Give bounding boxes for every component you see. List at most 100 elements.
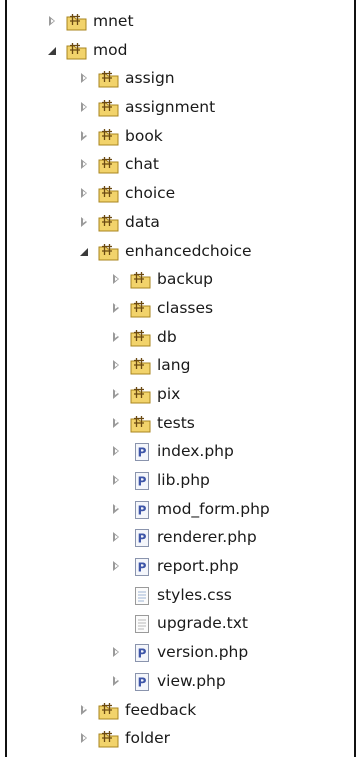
expand-arrow-icon[interactable] xyxy=(79,733,89,744)
package-folder-icon xyxy=(98,69,120,88)
tree-item-label: folder xyxy=(125,729,170,748)
tree-item-styles-css[interactable]: styles.css xyxy=(7,581,354,610)
php-file-icon: P xyxy=(133,528,155,548)
expand-arrow-icon[interactable] xyxy=(79,73,89,84)
tree-item-label: book xyxy=(125,126,163,145)
expand-arrow-icon[interactable] xyxy=(111,302,121,313)
tree-item-label: mnet xyxy=(93,12,134,30)
svg-text:P: P xyxy=(138,475,147,489)
expand-arrow-icon[interactable] xyxy=(79,159,89,170)
expand-arrow-icon[interactable] xyxy=(111,532,121,543)
tree-item-lang[interactable]: lang xyxy=(7,351,354,380)
tree-item-label: feedback xyxy=(125,700,197,719)
svg-text:P: P xyxy=(138,532,147,546)
expand-arrow-icon[interactable] xyxy=(111,274,121,285)
tree-item-index-php[interactable]: P index.php xyxy=(7,437,354,466)
package-folder-icon xyxy=(98,213,120,232)
php-file-icon: P xyxy=(133,557,155,577)
expand-arrow-icon[interactable] xyxy=(111,360,121,371)
package-folder-icon xyxy=(130,385,152,404)
tree-item-label: db xyxy=(157,327,177,346)
tree-item-view-php[interactable]: P view.php xyxy=(7,667,354,696)
tree-item-label: backup xyxy=(157,270,214,289)
tree-item-choice[interactable]: choice xyxy=(7,179,354,208)
tree-item-label: assignment xyxy=(125,98,216,117)
tree-item-label: version.php xyxy=(157,643,249,662)
tree-item-label: upgrade.txt xyxy=(157,614,249,633)
tree-item-label: data xyxy=(125,212,160,231)
tree-item-classes[interactable]: classes xyxy=(7,294,354,323)
tree-item-chat[interactable]: chat xyxy=(7,150,354,179)
collapse-arrow-icon[interactable] xyxy=(47,45,57,55)
svg-text:P: P xyxy=(138,647,147,661)
tree-item-mnet[interactable]: mnet xyxy=(7,7,354,36)
tree-item-db[interactable]: db xyxy=(7,323,354,352)
tree-item-feedback[interactable]: feedback xyxy=(7,696,354,725)
tree-item-mod-form-php[interactable]: P mod_form.php xyxy=(7,495,354,524)
expand-arrow-icon[interactable] xyxy=(111,446,121,457)
php-file-icon: P xyxy=(133,471,155,490)
tree-item-tests[interactable]: tests xyxy=(7,409,354,438)
svg-text:P: P xyxy=(138,503,147,517)
svg-text:P: P xyxy=(138,561,147,575)
tree-item-assignment[interactable]: assignment xyxy=(7,93,354,122)
package-folder-icon xyxy=(130,270,152,289)
tree-item-version-php[interactable]: P version.php xyxy=(7,638,354,667)
expand-arrow-icon[interactable] xyxy=(79,130,89,141)
tree-item-backup[interactable]: backup xyxy=(7,265,354,294)
expand-arrow-icon[interactable] xyxy=(47,16,57,26)
tree-item-label: index.php xyxy=(157,442,234,461)
tree-item-data[interactable]: data xyxy=(7,208,354,237)
tree-item-upgrade-txt[interactable]: upgrade.txt xyxy=(7,609,354,638)
tree-item-label: chat xyxy=(125,155,159,174)
tree-item-renderer-php[interactable]: P renderer.php xyxy=(7,523,354,552)
expand-arrow-icon[interactable] xyxy=(111,475,121,485)
tree-item-label: lib.php xyxy=(157,471,210,489)
expand-arrow-icon[interactable] xyxy=(111,417,121,428)
package-folder-icon xyxy=(98,701,120,719)
tree-item-book[interactable]: book xyxy=(7,122,354,151)
expand-arrow-icon[interactable] xyxy=(111,561,121,572)
package-folder-icon xyxy=(98,184,120,203)
package-folder-icon xyxy=(98,155,120,174)
tree-item-assign[interactable]: assign xyxy=(7,64,354,93)
package-folder-icon xyxy=(98,98,120,117)
package-folder-icon xyxy=(130,414,152,433)
tree-item-lib-php[interactable]: P lib.php xyxy=(7,466,354,495)
expand-arrow-icon[interactable] xyxy=(111,675,121,686)
php-file-icon: P xyxy=(133,643,155,663)
tree-item-label: pix xyxy=(157,384,181,403)
project-explorer-tree-panel: mnet mod assign assignment book chat cho… xyxy=(5,0,356,757)
package-folder-icon xyxy=(130,328,152,347)
expand-arrow-icon[interactable] xyxy=(111,331,121,342)
package-folder-icon xyxy=(98,729,120,748)
php-file-icon: P xyxy=(133,500,155,519)
tree-item-label: lang xyxy=(157,356,191,375)
package-folder-icon xyxy=(130,299,152,318)
tree-item-label: classes xyxy=(157,298,214,317)
tree-item-label: tests xyxy=(157,413,195,432)
tree-item-enhancedchoice[interactable]: enhancedchoice xyxy=(7,237,354,266)
tree-item-label: assign xyxy=(125,69,175,88)
tree-item-mod[interactable]: mod xyxy=(7,36,354,65)
php-file-icon: P xyxy=(133,442,155,462)
collapse-arrow-icon[interactable] xyxy=(79,246,89,256)
expand-arrow-icon[interactable] xyxy=(79,102,89,113)
expand-arrow-icon[interactable] xyxy=(111,503,121,514)
package-folder-icon xyxy=(66,41,88,60)
expand-arrow-icon[interactable] xyxy=(111,388,121,399)
tree-item-folder[interactable]: folder xyxy=(7,724,354,753)
php-file-icon: P xyxy=(133,672,155,691)
tree-item-label: report.php xyxy=(157,557,239,576)
tree-item-pix[interactable]: pix xyxy=(7,380,354,409)
package-folder-icon xyxy=(98,242,120,260)
text-file-icon xyxy=(133,614,155,634)
package-folder-icon xyxy=(66,12,88,31)
file-tree: mnet mod assign assignment book chat cho… xyxy=(7,7,354,753)
expand-arrow-icon[interactable] xyxy=(79,188,89,199)
tree-item-label: renderer.php xyxy=(157,528,257,547)
tree-item-report-php[interactable]: P report.php xyxy=(7,552,354,581)
expand-arrow-icon[interactable] xyxy=(79,216,89,227)
expand-arrow-icon[interactable] xyxy=(79,704,89,715)
expand-arrow-icon[interactable] xyxy=(111,647,121,658)
